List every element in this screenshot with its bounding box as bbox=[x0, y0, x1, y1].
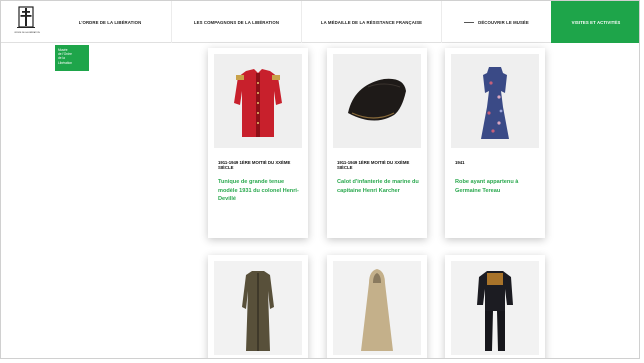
card-date: 1911-1949 1ÈRE MOITIÉ DU XXÈME SIÈCLE bbox=[218, 160, 291, 170]
nav-visites-activites[interactable]: VISITES ET ACTIVITÉS bbox=[551, 1, 639, 43]
logo-text: ORDRE DE LA LIBÉRATION bbox=[14, 32, 40, 34]
card-date: 1941 bbox=[455, 160, 465, 165]
nav-decouvrir-musee[interactable]: DÉCOUVRIR LE MUSÉE bbox=[441, 1, 551, 43]
military-coat-image bbox=[242, 271, 274, 351]
active-dash-icon bbox=[464, 21, 475, 23]
musee-badge[interactable]: Musée de l'Ordre de la Libération bbox=[55, 45, 89, 71]
badge-line: Libération bbox=[58, 60, 72, 65]
uniform-image bbox=[477, 271, 513, 351]
collection-card[interactable] bbox=[208, 255, 308, 358]
collection-card[interactable]: 1911-1949 1ÈRE MOITIÉ DU XXÈME SIÈCLE Ca… bbox=[327, 48, 427, 238]
calot-cap-image bbox=[348, 78, 406, 121]
cross-of-lorraine-icon bbox=[17, 6, 35, 28]
collection-card[interactable] bbox=[445, 255, 545, 358]
card-image bbox=[333, 261, 421, 355]
card-title[interactable]: Robe ayant appartenu à Germaine Tereau bbox=[455, 178, 537, 195]
card-date: 1911-1949 1ÈRE MOITIÉ DU XXÈME SIÈCLE bbox=[337, 160, 410, 170]
nav-musee-label: DÉCOUVRIR LE MUSÉE bbox=[478, 19, 529, 25]
card-image bbox=[451, 261, 539, 355]
collection-card[interactable]: 1941 Robe ayant appartenu à Germaine Ter… bbox=[445, 48, 545, 238]
site-header: ORDRE DE LA LIBÉRATION L'ORDRE DE LA LIB… bbox=[1, 1, 639, 43]
card-image bbox=[451, 54, 539, 148]
collection-card[interactable] bbox=[327, 255, 427, 358]
card-image bbox=[214, 54, 302, 148]
card-image bbox=[214, 261, 302, 355]
card-title[interactable]: Calot d'infanterie de marine du capitain… bbox=[337, 178, 419, 195]
card-image bbox=[333, 54, 421, 148]
red-tunic-image bbox=[234, 69, 282, 137]
nav-medaille-resistance[interactable]: LA MÉDAILLE DE LA RÉSISTANCE FRANÇAISE bbox=[301, 1, 441, 43]
nav-ordre-liberation[interactable]: L'ORDRE DE LA LIBÉRATION bbox=[49, 1, 171, 43]
floral-dress-image bbox=[481, 67, 509, 139]
nav-compagnons[interactable]: LES COMPAGNONS DE LA LIBÉRATION bbox=[171, 1, 301, 43]
collection-card[interactable]: 1911-1949 1ÈRE MOITIÉ DU XXÈME SIÈCLE Tu… bbox=[208, 48, 308, 238]
ordre-liberation-logo[interactable]: ORDRE DE LA LIBÉRATION bbox=[5, 5, 47, 39]
page: ORDRE DE LA LIBÉRATION L'ORDRE DE LA LIB… bbox=[0, 0, 640, 359]
card-title[interactable]: Tunique de grande tenue modèle 1931 du c… bbox=[218, 178, 300, 204]
hooded-cape-image bbox=[361, 269, 393, 351]
